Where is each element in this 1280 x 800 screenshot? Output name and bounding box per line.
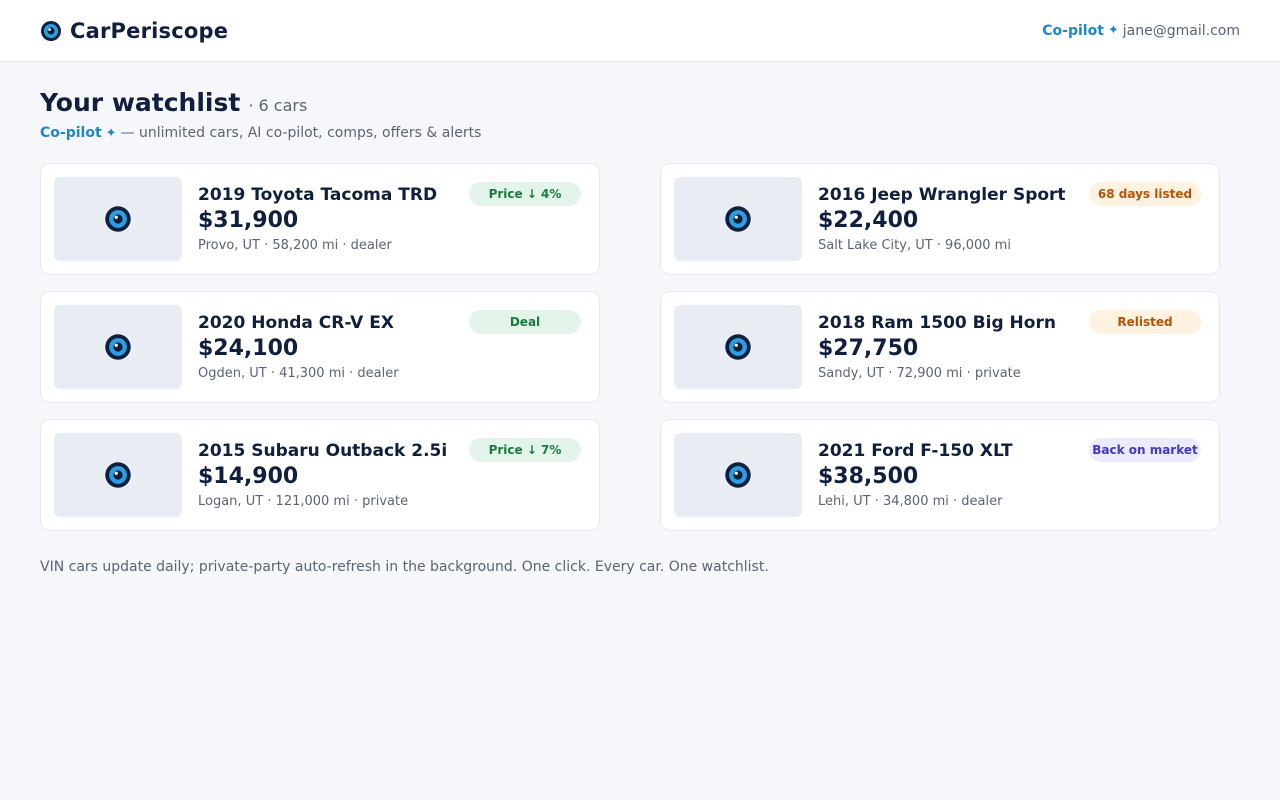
sparkle-icon: ✦	[105, 125, 117, 141]
periscope-eye-icon	[725, 206, 751, 232]
header-account: Co-pilot ✦ jane@gmail.com	[1042, 23, 1240, 39]
user-email[interactable]: jane@gmail.com	[1123, 23, 1240, 39]
car-meta: Logan, UT · 121,000 mi · private	[198, 494, 409, 509]
subtitle-copilot-link[interactable]: Co-pilot	[40, 125, 102, 141]
car-price: $27,750	[818, 336, 919, 361]
car-meta: Salt Lake City, UT · 96,000 mi	[818, 238, 1011, 253]
car-card[interactable]: 2019 Toyota Tacoma TRD $31,900 Provo, UT…	[40, 163, 600, 275]
periscope-eye-icon	[725, 334, 751, 360]
car-meta: Lehi, UT · 34,800 mi · dealer	[818, 494, 1003, 509]
car-thumbnail	[674, 305, 802, 389]
car-card[interactable]: 2015 Subaru Outback 2.5i $14,900 Logan, …	[40, 419, 600, 531]
periscope-eye-icon	[41, 20, 61, 41]
car-meta: Sandy, UT · 72,900 mi · private	[818, 366, 1021, 381]
car-price: $38,500	[818, 464, 919, 489]
car-card[interactable]: 2018 Ram 1500 Big Horn $27,750 Sandy, UT…	[660, 291, 1220, 403]
page-subtitle: Co-pilot ✦ — unlimited cars, AI co-pilot…	[40, 125, 1240, 141]
car-thumbnail	[674, 177, 802, 261]
status-badge: Relisted	[1089, 310, 1201, 334]
status-badge: Price ↓ 4%	[469, 182, 581, 206]
car-price: $31,900	[198, 208, 299, 233]
car-card[interactable]: 2020 Honda CR-V EX $24,100 Ogden, UT · 4…	[40, 291, 600, 403]
periscope-eye-icon	[725, 462, 751, 488]
car-meta: Provo, UT · 58,200 mi · dealer	[198, 238, 392, 253]
footer-note: VIN cars update daily; private-party aut…	[40, 559, 769, 575]
copilot-link[interactable]: Co-pilot	[1042, 23, 1104, 39]
page-title: Your watchlist	[40, 88, 241, 117]
car-price: $24,100	[198, 336, 299, 361]
car-count: · 6 cars	[248, 96, 308, 115]
periscope-eye-icon	[105, 462, 131, 488]
watchlist-grid: 2019 Toyota Tacoma TRD $31,900 Provo, UT…	[40, 163, 1240, 531]
car-price: $22,400	[818, 208, 919, 233]
periscope-eye-icon	[105, 334, 131, 360]
car-card[interactable]: 2016 Jeep Wrangler Sport $22,400 Salt La…	[660, 163, 1220, 275]
car-thumbnail	[54, 305, 182, 389]
status-badge: Deal	[469, 310, 581, 334]
subtitle-text: — unlimited cars, AI co-pilot, comps, of…	[120, 125, 482, 141]
car-thumbnail	[674, 433, 802, 517]
car-thumbnail	[54, 433, 182, 517]
car-price: $14,900	[198, 464, 299, 489]
top-bar: CarPeriscope Co-pilot ✦ jane@gmail.com	[0, 0, 1280, 62]
status-badge: Back on market	[1089, 438, 1201, 462]
sparkle-icon: ✦	[1107, 23, 1119, 38]
status-badge: Price ↓ 7%	[469, 438, 581, 462]
car-thumbnail	[54, 177, 182, 261]
status-badge: 68 days listed	[1089, 182, 1201, 206]
title-row: Your watchlist · 6 cars	[40, 88, 1240, 117]
periscope-eye-icon	[105, 206, 131, 232]
brand-logo[interactable]: CarPeriscope	[40, 19, 228, 43]
car-card[interactable]: 2021 Ford F-150 XLT $38,500 Lehi, UT · 3…	[660, 419, 1220, 531]
main-content: Your watchlist · 6 cars Co-pilot ✦ — unl…	[0, 62, 1280, 575]
car-meta: Ogden, UT · 41,300 mi · dealer	[198, 366, 399, 381]
brand-name: CarPeriscope	[70, 18, 229, 43]
